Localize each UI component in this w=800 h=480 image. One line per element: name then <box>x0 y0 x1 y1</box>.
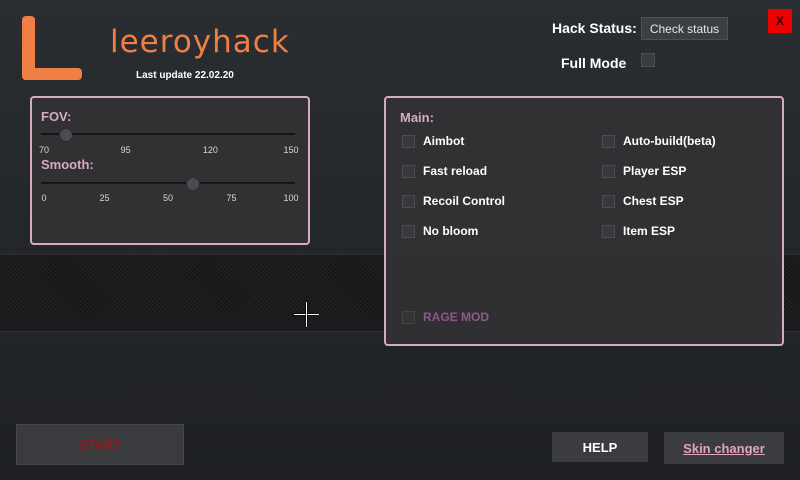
aimbot-label: Aimbot <box>423 134 465 148</box>
skin-changer-button[interactable]: Skin changer <box>664 432 784 464</box>
recoil-control-label: Recoil Control <box>423 194 506 208</box>
help-button[interactable]: HELP <box>552 432 648 462</box>
option-fast-reload[interactable]: Fast reload <box>402 164 487 178</box>
fov-tick-label: 70 <box>38 145 50 155</box>
smooth-tick-label: 75 <box>226 193 237 203</box>
fov-label: FOV: <box>41 109 72 124</box>
smooth-label: Smooth: <box>41 157 94 172</box>
option-recoil-control[interactable]: Recoil Control <box>402 194 505 208</box>
smooth-tick-label: 0 <box>41 193 47 203</box>
smooth-slider-track[interactable] <box>41 177 295 191</box>
option-chest-esp[interactable]: Chest ESP <box>602 194 684 208</box>
crosshair-cursor-icon <box>294 302 319 327</box>
last-update-text: Last update 22.02.20 <box>136 70 234 81</box>
smooth-tick-label: 100 <box>283 193 299 203</box>
smooth-slider-thumb[interactable] <box>186 177 201 191</box>
fov-tick-label: 95 <box>120 145 131 155</box>
logo-icon <box>22 16 82 80</box>
option-item-esp[interactable]: Item ESP <box>602 224 675 238</box>
smooth-tick-label: 25 <box>99 193 110 203</box>
fov-slider-track[interactable] <box>41 128 295 142</box>
check-status-button[interactable]: Check status <box>641 17 728 40</box>
fast-reload-label: Fast reload <box>423 164 488 178</box>
option-aimbot[interactable]: Aimbot <box>402 134 464 148</box>
fov-tick-label: 120 <box>202 145 218 155</box>
fast-reload-checkbox[interactable] <box>402 164 415 178</box>
option-auto-build[interactable]: Auto-build(beta) <box>602 134 716 148</box>
start-button[interactable]: START <box>16 424 184 465</box>
option-player-esp[interactable]: Player ESP <box>602 164 686 178</box>
chest-esp-label: Chest ESP <box>623 194 684 208</box>
aim-settings-panel: FOV: 70 95 120 150 Smooth: 0 25 50 75 100 <box>30 96 310 245</box>
player-esp-label: Player ESP <box>623 164 687 178</box>
fov-tick-label: 150 <box>283 145 299 155</box>
no-bloom-label: No bloom <box>423 224 479 238</box>
item-esp-label: Item ESP <box>623 224 676 238</box>
full-mode-label: Full Mode <box>561 55 627 71</box>
full-mode-checkbox[interactable] <box>641 53 655 67</box>
hack-status-label: Hack Status: <box>552 20 637 36</box>
recoil-control-checkbox[interactable] <box>402 194 415 208</box>
chest-esp-checkbox[interactable] <box>602 194 615 208</box>
smooth-tick-label: 50 <box>162 193 174 203</box>
player-esp-checkbox[interactable] <box>602 164 615 178</box>
no-bloom-checkbox[interactable] <box>402 224 415 238</box>
auto-build-label: Auto-build(beta) <box>623 134 716 148</box>
fov-slider-thumb[interactable] <box>59 128 74 142</box>
main-options-panel: Main: Aimbot Fast reload Recoil Control … <box>384 96 784 346</box>
main-section-title: Main: <box>400 110 434 125</box>
option-no-bloom[interactable]: No bloom <box>402 224 478 238</box>
auto-build-checkbox[interactable] <box>602 134 615 148</box>
close-button[interactable]: X <box>768 9 792 33</box>
option-rage-mod[interactable]: RAGE MOD <box>402 310 489 324</box>
app-logo-text: leeroyhack <box>110 24 290 60</box>
item-esp-checkbox[interactable] <box>602 224 615 238</box>
rage-mod-label: RAGE MOD <box>423 310 489 324</box>
rage-mod-checkbox[interactable] <box>402 310 415 324</box>
aimbot-checkbox[interactable] <box>402 134 415 148</box>
